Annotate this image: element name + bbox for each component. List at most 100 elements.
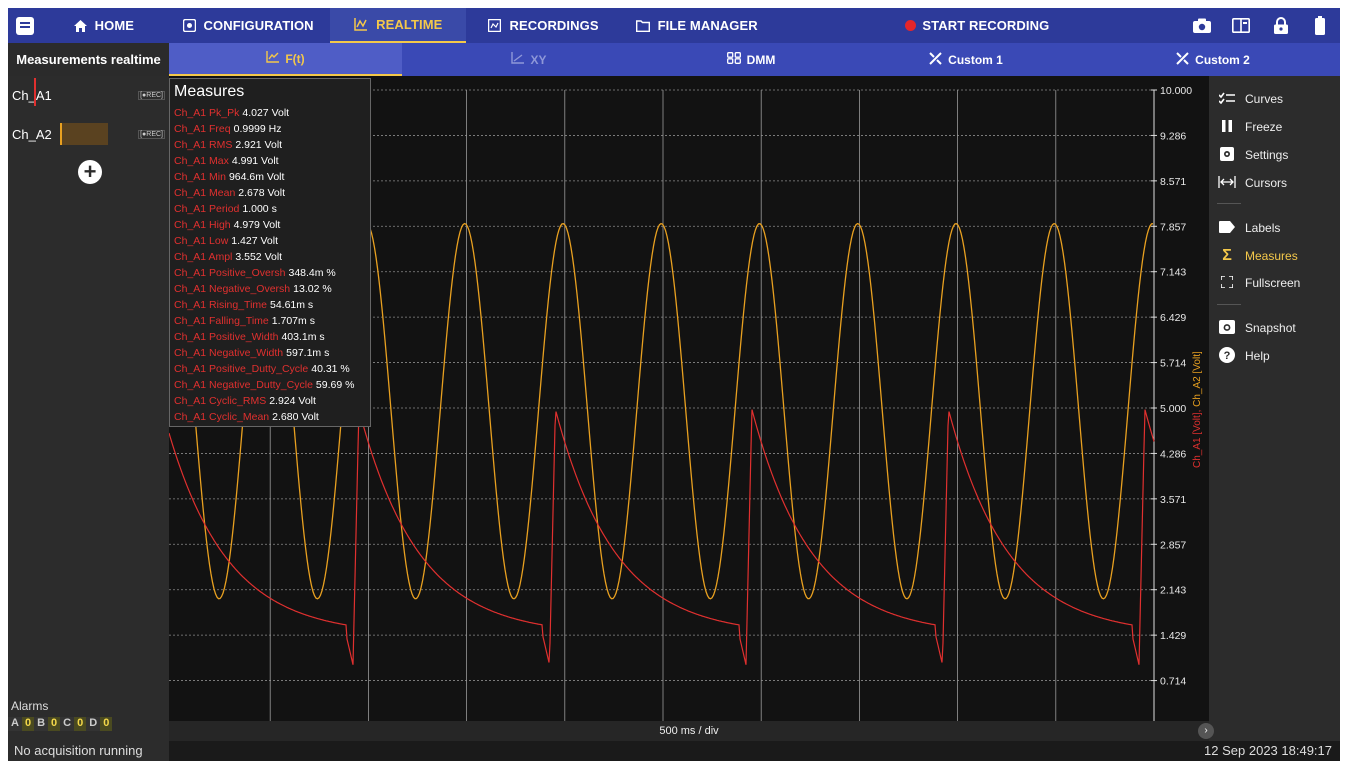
tab-dmm-label: DMM xyxy=(746,52,776,67)
measure-value: 2.921 Volt xyxy=(235,139,283,151)
custom-icon xyxy=(1176,51,1189,68)
top-navigation-bar: HOME CONFIGURATION REALTIME RECORDINGS F… xyxy=(8,8,1340,43)
y-tick-label: 2.857 xyxy=(1160,539,1186,551)
measures-button[interactable]: Σ Measures xyxy=(1217,246,1298,266)
measure-name: Ch_A1 Rising_Time xyxy=(174,299,267,311)
y-tick-label: 10.000 xyxy=(1160,85,1192,97)
measure-row: Ch_A1 Negative_Width 597.1m s xyxy=(174,345,366,361)
measure-value: 4.027 Volt xyxy=(242,107,290,119)
measure-name: Ch_A1 Pk_Pk xyxy=(174,107,240,119)
lock-button[interactable] xyxy=(1261,8,1301,43)
settings-label: Settings xyxy=(1245,148,1289,162)
measure-name: Ch_A1 RMS xyxy=(174,139,233,151)
freeze-button[interactable]: Freeze xyxy=(1217,117,1282,137)
measure-value: 348.4m % xyxy=(288,267,336,279)
xy-chart-icon xyxy=(511,52,525,67)
y-axis-title: Ch_A1 [Volt], Ch_A2 [Volt] xyxy=(1192,351,1203,468)
measure-value: 2.678 Volt xyxy=(238,187,286,199)
lock-icon xyxy=(1273,17,1288,34)
tab-custom-2[interactable]: Custom 2 xyxy=(1086,43,1340,76)
nav-recordings[interactable]: RECORDINGS xyxy=(466,8,620,43)
line-chart-icon xyxy=(266,51,280,66)
measure-name: Ch_A1 Freq xyxy=(174,123,231,135)
channel-row-a1[interactable]: Ch_A1 [●REC] xyxy=(8,84,169,106)
cursors-button[interactable]: Cursors xyxy=(1217,173,1287,193)
nav-file-manager[interactable]: FILE MANAGER xyxy=(621,8,773,43)
nav-recordings-label: RECORDINGS xyxy=(509,18,599,33)
measure-name: Ch_A1 Positive_Width xyxy=(174,331,279,343)
measure-value: 1.427 Volt xyxy=(231,235,279,247)
measure-row: Ch_A1 Period 1.000 s xyxy=(174,201,366,217)
datetime-display: 12 Sep 2023 18:49:17 xyxy=(1204,743,1332,758)
pause-icon xyxy=(1217,119,1237,135)
labels-button[interactable]: Labels xyxy=(1217,218,1280,238)
measure-value: 4.991 Volt xyxy=(231,155,279,167)
home-icon xyxy=(73,19,87,32)
nav-realtime[interactable]: REALTIME xyxy=(330,8,467,43)
measure-name: Ch_A1 Negative_Dutty_Cycle xyxy=(174,379,313,391)
nav-home[interactable]: HOME xyxy=(42,8,167,43)
settings-icon xyxy=(1217,146,1237,164)
y-tick-label: 0.714 xyxy=(1160,676,1186,688)
battery-icon xyxy=(1315,16,1326,35)
separator xyxy=(1217,203,1241,204)
y-tick-label: 1.429 xyxy=(1160,630,1186,642)
measure-name: Ch_A1 Positive_Dutty_Cycle xyxy=(174,363,309,375)
alarm-key: B xyxy=(34,717,49,731)
fullscreen-button[interactable]: Fullscreen xyxy=(1217,273,1300,293)
nav-configuration[interactable]: CONFIGURATION xyxy=(166,8,330,43)
expand-chevron-button[interactable]: › xyxy=(1198,723,1214,739)
y-tick-label: 6.429 xyxy=(1160,312,1186,324)
help-icon: ? xyxy=(1217,346,1237,366)
curves-label: Curves xyxy=(1245,92,1284,106)
measure-row: Ch_A1 Cyclic_RMS 2.924 Volt xyxy=(174,393,366,409)
tab-ft[interactable]: F(t) xyxy=(169,43,402,76)
configuration-icon xyxy=(182,19,196,32)
settings-button[interactable]: Settings xyxy=(1217,145,1288,165)
measure-name: Ch_A1 Mean xyxy=(174,187,236,199)
start-recording-button[interactable]: START RECORDING xyxy=(773,8,1182,43)
add-channel-button[interactable]: + xyxy=(78,160,102,184)
measure-name: Ch_A1 Cyclic_RMS xyxy=(174,395,267,407)
channel-row-a2[interactable]: Ch_A2 [●REC] xyxy=(8,123,169,145)
alarm-value: 0 xyxy=(48,717,61,731)
cursors-label: Cursors xyxy=(1245,176,1288,190)
dmm-icon xyxy=(726,52,741,67)
measures-popup[interactable]: Measures Ch_A1 Pk_Pk 4.027 Volt Ch_A1 Freq… xyxy=(169,78,371,427)
tab-ft-label: F(t) xyxy=(285,51,305,66)
tab-custom-1[interactable]: Custom 1 xyxy=(846,43,1086,76)
tools-panel: Curves Freeze Settings Cursors Labels Σ … xyxy=(1209,76,1340,741)
curves-button[interactable]: Curves xyxy=(1217,89,1283,109)
camera-icon xyxy=(1217,319,1237,337)
tab-xy[interactable]: XY xyxy=(402,43,656,76)
help-label: Help xyxy=(1245,349,1270,363)
measure-name: Ch_A1 Negative_Width xyxy=(174,347,284,359)
svg-text:?: ? xyxy=(1224,350,1231,362)
measure-row: Ch_A1 RMS 2.921 Volt xyxy=(174,137,366,153)
help-button[interactable]: ? Help xyxy=(1217,346,1270,366)
camera-button[interactable] xyxy=(1182,8,1222,43)
measure-value: 403.1m s xyxy=(281,331,325,343)
tab-xy-label: XY xyxy=(530,52,547,67)
alarm-key: D xyxy=(86,717,101,731)
measure-name: Ch_A1 Positive_Oversh xyxy=(174,267,286,279)
time-division-label: 500 ms / div xyxy=(169,721,1209,741)
menu-button[interactable] xyxy=(8,8,42,43)
y-axis-title-a1: Ch_A1 [Volt] xyxy=(1192,412,1203,468)
snapshot-label: Snapshot xyxy=(1245,321,1296,335)
y-tick-label: 5.714 xyxy=(1160,358,1186,370)
acquisition-status: No acquisition running xyxy=(14,743,143,758)
measure-name: Ch_A1 Negative_Oversh xyxy=(174,283,291,295)
manual-button[interactable] xyxy=(1221,8,1261,43)
snapshot-button[interactable]: Snapshot xyxy=(1217,318,1296,338)
measures-title: Measures xyxy=(174,83,245,100)
tab-dmm[interactable]: DMM xyxy=(656,43,846,76)
channel-a1-color-marker xyxy=(34,78,36,106)
fullscreen-label: Fullscreen xyxy=(1245,276,1301,290)
record-dot-icon xyxy=(905,20,917,31)
measure-name: Ch_A1 High xyxy=(174,219,231,231)
book-icon xyxy=(1232,18,1251,33)
measure-value: 3.552 Volt xyxy=(235,251,283,263)
tab-custom-1-label: Custom 1 xyxy=(948,52,1003,67)
measure-value: 13.02 % xyxy=(293,283,332,295)
